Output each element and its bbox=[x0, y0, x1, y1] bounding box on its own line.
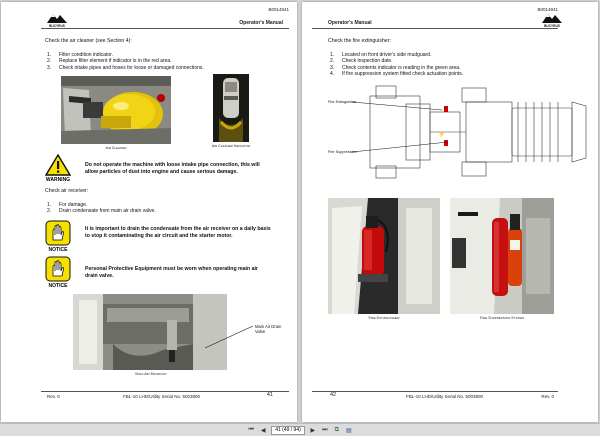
callout-main-air-drain-valve: Main Air Drain Valve bbox=[255, 324, 282, 334]
save-icon[interactable]: ▤ bbox=[345, 426, 353, 434]
notice-label: NOTICE bbox=[48, 247, 68, 253]
notice-sign: NOTICE bbox=[45, 256, 71, 289]
bucyrus-logo: BUCYRUS bbox=[45, 12, 69, 28]
page-header-title: Operator's Manual bbox=[328, 20, 372, 26]
callout-fire-suppression: Fire Suppression bbox=[328, 150, 357, 154]
notice-text-condensate: It is important to drain the condensate … bbox=[85, 226, 271, 239]
list-item: 4. If fire suppression system fitted chec… bbox=[330, 71, 464, 78]
footer-rule bbox=[41, 391, 289, 392]
air-receiver-intro: Check air receiver: bbox=[45, 188, 89, 194]
air-cleaner-indicator-photo bbox=[213, 74, 249, 142]
list-item: 2. Drain condensate from main air drain v… bbox=[47, 208, 156, 215]
air-cleaner-photo bbox=[61, 76, 171, 144]
callout-fire-extinguisher: Fire Extinguisher bbox=[328, 100, 357, 104]
caption-air-cleaner: Air Cleaner bbox=[105, 146, 127, 150]
header-rule bbox=[41, 28, 289, 29]
caption-main-air-manifold: Main Air Manifold bbox=[135, 372, 167, 376]
footer-page-number: 41 bbox=[266, 392, 273, 398]
page-41: B0014841 BUCYRUS Operator's Manual Check… bbox=[1, 2, 297, 422]
caption-fire-suppression-system: Fire Suppression System bbox=[480, 316, 524, 320]
valve-callout-line bbox=[204, 325, 254, 349]
page-header-title: Operator's Manual bbox=[239, 20, 283, 26]
caption-air-cleaner-indicator: Air Cleaner Indicator bbox=[211, 144, 251, 148]
notice-label: NOTICE bbox=[48, 283, 68, 289]
doc-number: B0014841 bbox=[268, 7, 289, 12]
list-item: 3. Check intake pipes and hoses for loose… bbox=[47, 64, 204, 71]
footer-rev: Rev. 0 bbox=[541, 394, 554, 399]
air-cleaner-intro: Check the air cleaner (see Section 4): bbox=[45, 38, 132, 44]
warning-text: Do not operate the machine with loose in… bbox=[85, 162, 260, 175]
callout-lines bbox=[352, 101, 449, 153]
first-page-icon[interactable]: ⏮ bbox=[247, 426, 255, 434]
fire-extinguisher-intro: Check the fire extinguisher: bbox=[328, 38, 391, 44]
warning-label: WARNING bbox=[45, 177, 71, 183]
fire-suppression-photo bbox=[450, 198, 554, 314]
header-rule bbox=[312, 28, 558, 29]
air-cleaner-steps: 1. Filter condition indicator. 2. Replace … bbox=[47, 52, 204, 71]
notice-text-ppe: Personal Protective Equipment must be wo… bbox=[85, 266, 258, 279]
air-receiver-steps: 1. For damage. 2. Drain condensate from ma… bbox=[47, 202, 156, 215]
fire-extinguisher-steps: 1. Located on front driver's side mudguar… bbox=[330, 52, 463, 78]
caption-fire-extinguisher: Fire Extinguisher bbox=[368, 316, 400, 320]
hand-notice-icon bbox=[45, 220, 71, 246]
notice-sign: NOTICE bbox=[45, 220, 71, 253]
footer-page-number: 42 bbox=[330, 392, 337, 398]
hand-notice-icon bbox=[45, 256, 71, 282]
page-number-input[interactable]: 41 (49 / 94) bbox=[271, 425, 305, 435]
page-navigation-toolbar: ⏮ ◀ 41 (49 / 94) ▶ ⏭ ⧉ ▤ bbox=[0, 423, 600, 436]
page-42: B0014841 Operator's Manual BUCYRUS Check… bbox=[302, 2, 598, 422]
footer-rev: Rev. 0 bbox=[47, 394, 60, 399]
footer-serial: FBL-10 LHD/Utility Serial No. 5003800 bbox=[123, 394, 201, 399]
footer-serial: FBL-10 LHD/Utility Serial No. 5003800 bbox=[406, 394, 484, 399]
fire-extinguisher-photo bbox=[328, 198, 440, 314]
bucyrus-logo: BUCYRUS bbox=[540, 12, 564, 28]
footer-rule bbox=[312, 391, 558, 392]
warning-icon bbox=[45, 154, 71, 176]
copy-icon[interactable]: ⧉ bbox=[333, 426, 341, 434]
last-page-icon[interactable]: ⏭ bbox=[321, 426, 329, 434]
next-page-icon[interactable]: ▶ bbox=[309, 426, 317, 434]
previous-page-icon[interactable]: ◀ bbox=[259, 426, 267, 434]
warning-sign: WARNING bbox=[45, 154, 71, 183]
